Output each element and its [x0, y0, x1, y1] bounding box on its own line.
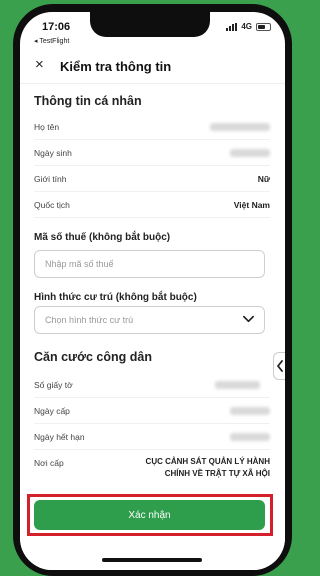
row-full-name: Họ tên — [34, 116, 270, 140]
confirm-button[interactable]: Xác nhận — [34, 500, 265, 530]
status-indicators: 4G — [226, 22, 271, 31]
personal-info-title: Thông tin cá nhân — [34, 94, 142, 108]
home-indicator — [102, 558, 202, 562]
row-label: Quốc tịch — [34, 200, 70, 210]
chevron-down-icon — [243, 315, 254, 323]
row-expiry-date: Ngày hết hạn — [34, 426, 270, 450]
issuer-value: CỤC CẢNH SÁT QUẢN LÝ HÀNH CHÍNH VỀ TRẬT … — [145, 457, 270, 478]
residence-type-placeholder: Chọn hình thức cư trú — [45, 315, 134, 325]
row-value: Nữ — [257, 174, 270, 184]
back-to-testflight-link[interactable]: ◂ TestFlight — [34, 37, 69, 45]
chevron-left-icon — [276, 360, 283, 372]
issuer-label: Nơi cấp — [34, 458, 64, 468]
row-gender: Giới tính Nữ — [34, 168, 270, 192]
row-label: Họ tên — [34, 122, 60, 132]
footer: Xác nhận — [20, 490, 285, 570]
row-label: Giới tính — [34, 174, 67, 184]
redacted-value — [210, 123, 270, 131]
redacted-value — [230, 149, 270, 157]
page-title: Kiểm tra thông tin — [60, 59, 172, 74]
tax-code-input[interactable]: Nhập mã số thuế — [34, 250, 265, 278]
row-issue-date: Ngày cấp — [34, 400, 270, 424]
residence-type-label: Hình thức cư trú (không bắt buộc) — [34, 292, 197, 303]
battery-icon — [256, 22, 271, 31]
row-label: Ngày sinh — [34, 148, 72, 158]
signal-icon — [226, 22, 238, 31]
app-screen: 17:06 ◂ TestFlight 4G × Kiểm tra thông t… — [20, 12, 285, 570]
row-label: Ngày cấp — [34, 406, 70, 416]
notch — [90, 12, 210, 37]
network-type: 4G — [241, 22, 252, 31]
row-value: Việt Nam — [233, 200, 270, 210]
redacted-value — [230, 433, 270, 441]
close-icon[interactable]: × — [35, 56, 44, 73]
page-header: × Kiểm tra thông tin — [20, 50, 285, 84]
row-label: Ngày hết hạn — [34, 432, 85, 442]
residence-type-select[interactable]: Chọn hình thức cư trú — [34, 306, 265, 334]
redacted-value — [215, 381, 260, 389]
tax-code-label: Mã số thuế (không bắt buộc) — [34, 232, 171, 243]
row-document-number: Số giấy tờ — [34, 374, 270, 398]
row-nationality: Quốc tịch Việt Nam — [34, 194, 270, 218]
row-birth-date: Ngày sinh — [34, 142, 270, 166]
id-card-title: Căn cước công dân — [34, 350, 152, 364]
status-time: 17:06 — [42, 21, 71, 33]
tax-code-placeholder: Nhập mã số thuế — [45, 259, 114, 269]
side-collapse-tab[interactable] — [273, 352, 285, 380]
redacted-value — [230, 407, 270, 415]
row-label: Số giấy tờ — [34, 380, 73, 390]
